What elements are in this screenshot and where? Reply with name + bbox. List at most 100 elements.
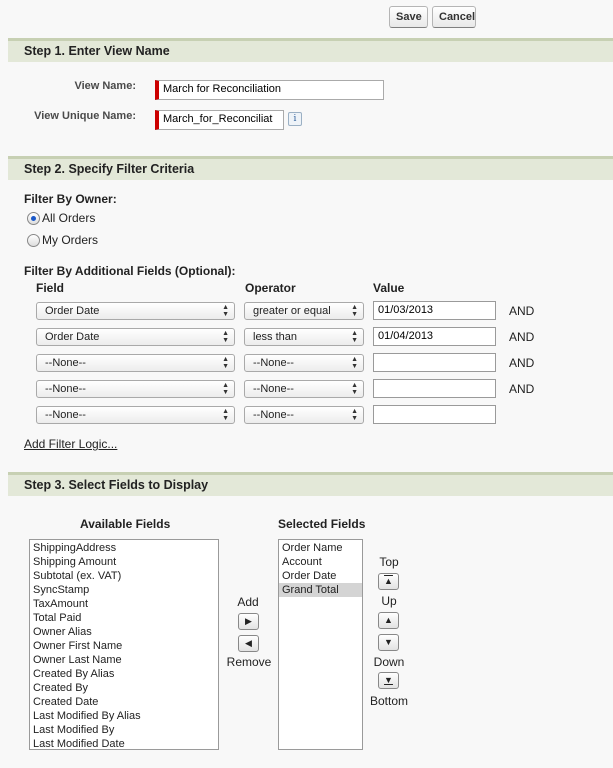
step1-header: Step 1. Enter View Name <box>8 38 613 62</box>
select-arrows-icon: ▲ ▼ <box>222 304 229 318</box>
list-item[interactable]: ShippingAddress <box>30 541 218 555</box>
select-arrows-icon: ▲ ▼ <box>351 356 358 370</box>
remove-label: Remove <box>226 655 272 669</box>
filter-value-input-3[interactable] <box>373 353 496 372</box>
filter-value-input-5[interactable] <box>373 405 496 424</box>
filter-field-value: Order Date <box>45 305 100 317</box>
list-item[interactable]: Account <box>279 555 362 569</box>
add-button[interactable]: ▶ <box>238 613 259 630</box>
filter-value-input-4[interactable] <box>373 379 496 398</box>
list-item[interactable]: Created By Alias <box>30 667 218 681</box>
filter-operator-select-2[interactable]: less than ▲ ▼ <box>244 328 364 346</box>
down-label: Down <box>373 655 405 669</box>
select-arrows-icon: ▲ ▼ <box>351 330 358 344</box>
and-label: AND <box>509 330 535 344</box>
filter-by-owner-label: Filter By Owner: <box>24 192 117 206</box>
move-up-button[interactable]: ▲ <box>378 612 399 629</box>
list-item[interactable]: TaxAmount <box>30 597 218 611</box>
view-name-input[interactable]: March for Reconciliation <box>155 80 384 100</box>
list-item[interactable]: Order Date <box>279 569 362 583</box>
list-item[interactable]: SyncStamp <box>30 583 218 597</box>
col-value-header: Value <box>373 281 405 295</box>
list-item-selected[interactable]: Grand Total <box>279 583 362 597</box>
list-item[interactable]: Created Date <box>30 695 218 709</box>
filter-operator-value: --None-- <box>253 357 294 369</box>
list-item[interactable]: Created By <box>30 681 218 695</box>
info-icon[interactable]: i <box>288 112 302 126</box>
col-field-header: Field <box>36 281 65 295</box>
list-item[interactable]: Subtotal (ex. VAT) <box>30 569 218 583</box>
cancel-button[interactable]: Cancel <box>432 6 476 28</box>
move-bottom-icon: ▼ <box>384 675 393 685</box>
list-item[interactable]: Owner Last Name <box>30 653 218 667</box>
and-label: AND <box>509 304 535 318</box>
arrow-up-icon: ▲ <box>384 615 393 625</box>
save-button[interactable]: Save <box>389 6 428 28</box>
filter-operator-select-4[interactable]: --None-- ▲ ▼ <box>244 380 364 398</box>
radio-my-orders[interactable] <box>27 234 40 247</box>
filter-field-value: --None-- <box>45 409 86 421</box>
top-toolbar: Save Cancel <box>0 0 613 38</box>
list-item[interactable]: Total Paid <box>30 611 218 625</box>
radio-all-orders-label: All Orders <box>42 211 96 225</box>
available-fields-listbox[interactable]: ShippingAddress Shipping Amount Subtotal… <box>29 539 219 750</box>
move-down-button[interactable]: ▼ <box>378 634 399 651</box>
filter-field-select-1[interactable]: Order Date ▲ ▼ <box>36 302 235 320</box>
select-arrows-icon: ▲ ▼ <box>222 330 229 344</box>
filter-operator-value: --None-- <box>253 409 294 421</box>
radio-my-orders-label: My Orders <box>42 233 99 247</box>
step3-header: Step 3. Select Fields to Display <box>8 472 613 496</box>
select-arrows-icon: ▲ ▼ <box>351 408 358 422</box>
select-arrows-icon: ▲ ▼ <box>351 304 358 318</box>
arrow-down-icon: ▼ <box>384 637 393 647</box>
move-bottom-button[interactable]: ▼ <box>378 672 399 689</box>
up-label: Up <box>381 594 397 608</box>
list-item[interactable]: Shipping Amount <box>30 555 218 569</box>
list-item[interactable]: Order Name <box>279 541 362 555</box>
and-label: AND <box>509 356 535 370</box>
filter-operator-select-1[interactable]: greater or equal ▲ ▼ <box>244 302 364 320</box>
select-arrows-icon: ▲ ▼ <box>222 382 229 396</box>
move-top-button[interactable]: ▲ <box>378 573 399 590</box>
add-filter-logic-link[interactable]: Add Filter Logic... <box>24 437 117 451</box>
bottom-label: Bottom <box>369 694 408 708</box>
filter-field-value: --None-- <box>45 383 86 395</box>
select-arrows-icon: ▲ ▼ <box>222 356 229 370</box>
col-operator-header: Operator <box>245 281 296 295</box>
list-item[interactable]: Owner Alias <box>30 625 218 639</box>
radio-all-orders[interactable] <box>27 212 40 225</box>
filter-value-input-2[interactable]: 01/04/2013 <box>373 327 496 346</box>
filter-field-select-2[interactable]: Order Date ▲ ▼ <box>36 328 235 346</box>
filter-field-select-3[interactable]: --None-- ▲ ▼ <box>36 354 235 372</box>
list-item[interactable]: Last Modified By <box>30 723 218 737</box>
top-label: Top <box>379 555 399 569</box>
filter-value-input-1[interactable]: 01/03/2013 <box>373 301 496 320</box>
additional-fields-label: Filter By Additional Fields (Optional): <box>24 264 236 278</box>
filter-operator-value: --None-- <box>253 383 294 395</box>
add-label: Add <box>237 595 259 609</box>
selected-fields-listbox[interactable]: Order Name Account Order Date Grand Tota… <box>278 539 363 750</box>
and-label: AND <box>509 382 535 396</box>
arrow-left-icon: ◀ <box>245 638 252 648</box>
remove-button[interactable]: ◀ <box>238 635 259 652</box>
arrow-right-icon: ▶ <box>245 616 252 626</box>
filter-operator-value: greater or equal <box>253 305 331 317</box>
view-name-label: View Name: <box>74 80 136 92</box>
list-item[interactable]: Owner First Name <box>30 639 218 653</box>
filter-operator-select-3[interactable]: --None-- ▲ ▼ <box>244 354 364 372</box>
filter-field-select-5[interactable]: --None-- ▲ ▼ <box>36 406 235 424</box>
step2-header: Step 2. Specify Filter Criteria <box>8 156 613 180</box>
list-item[interactable]: Last Modified By Alias <box>30 709 218 723</box>
view-unique-name-label: View Unique Name: <box>34 110 136 122</box>
filter-field-select-4[interactable]: --None-- ▲ ▼ <box>36 380 235 398</box>
view-unique-name-input[interactable]: March_for_Reconciliat <box>155 110 284 130</box>
filter-operator-value: less than <box>253 331 298 343</box>
filter-field-value: Order Date <box>45 331 100 343</box>
select-arrows-icon: ▲ ▼ <box>222 408 229 422</box>
selected-fields-label: Selected Fields <box>278 517 366 531</box>
move-top-icon: ▲ <box>384 576 393 586</box>
filter-operator-select-5[interactable]: --None-- ▲ ▼ <box>244 406 364 424</box>
filter-field-value: --None-- <box>45 357 86 369</box>
list-item[interactable]: Last Modified Date <box>30 737 218 749</box>
available-fields-label: Available Fields <box>80 517 171 531</box>
